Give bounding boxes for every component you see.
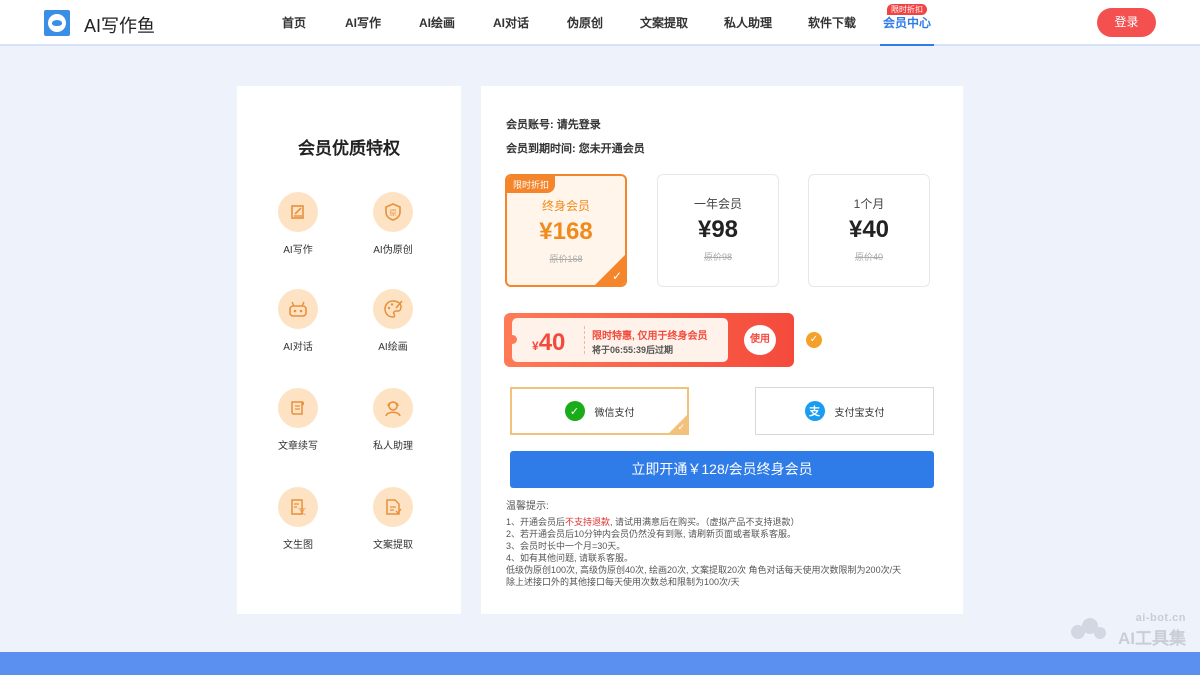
footer-band [0,652,1200,675]
robot-icon [278,289,318,329]
privilege-text-to-image[interactable]: 文 文生图 [248,487,348,551]
plan-price: ¥40 [848,216,890,243]
nav-item-ai-chat[interactable]: AI对话 [474,0,548,46]
check-icon: ✓ [677,422,685,432]
tip-line: 低级伪原创100次, 高级伪原创40次, 绘画20次, 文案提取20次 角色对话… [506,565,902,575]
plan-original-price: 原价40 [854,252,883,262]
nav-item-home[interactable]: 首页 [262,0,326,46]
purchase-panel: 会员账号: 请先登录 会员到期时间: 您未开通会员 限时折扣 终身会员 ¥168… [481,86,963,614]
tip-line: 2、若开通会员后10分钟内会员仍然没有到账, 请刷新页面或者联系客服。 [506,529,797,539]
privileges-title: 会员优质特权 [298,139,400,158]
plan-original-price: 原价98 [703,252,732,262]
tip-line: 除上述接口外的其他接口每天使用次数总和限制为100次/天 [506,577,740,587]
privilege-ai-rewrite[interactable]: 原 AI伪原创 [343,192,443,256]
tip-line: 4、如有其他问题, 请联系客服。 [506,553,634,563]
privilege-ai-writing[interactable]: AI写作 [248,192,348,256]
tip-line: 1、开通会员后不支持退款, 请试用满意后在购买。（虚拟产品不支持退款） [506,517,800,527]
plan-price: ¥98 [697,216,739,243]
shield-original-icon: 原 [373,192,413,232]
open-membership-button[interactable]: 立即开通￥128/会员终身会员 [510,451,934,488]
coupon-countdown: 将于06:55:39后过期 [592,345,674,355]
plan-lifetime[interactable]: 限时折扣 终身会员 ¥168 原价168 ✓ [505,174,627,287]
check-icon: ✓ [611,269,622,283]
use-coupon-button[interactable]: 使用 [744,325,776,355]
privilege-article-continue[interactable]: 文章续写 [248,388,348,452]
wechat-pay-option[interactable]: ✓ 微信支付 ✓ [510,387,689,435]
nav-item-download[interactable]: 软件下载 [790,0,874,46]
watermark-logo-icon [1071,618,1106,639]
top-navbar: AI写作鱼 首页 AI写作 AI绘画 AI对话 伪原创 文案提取 私人助理 软件… [0,0,1200,46]
member-account: 会员账号: 请先登录 [506,119,601,131]
nav-item-assistant[interactable]: 私人助理 [706,0,790,46]
palette-icon [373,289,413,329]
nav-item-text-extract[interactable]: 文案提取 [622,0,706,46]
privilege-assistant[interactable]: 私人助理 [343,388,443,452]
privileges-panel: 会员优质特权 AI写作 原 AI伪原创 AI对话 AI绘画 文章续写 私人助理 [237,86,461,614]
privilege-ai-chat[interactable]: AI对话 [248,289,348,353]
alipay-option[interactable]: 支 支付宝支付 [755,387,934,435]
tips-list: 1、开通会员后不支持退款, 请试用满意后在购买。（虚拟产品不支持退款） 2、若开… [506,516,946,588]
tip-line: 3、会员时长中一个月=30天。 [506,541,626,551]
plan-one-month[interactable]: 1个月 ¥40 原价40 [808,174,930,287]
logo-fish-icon[interactable] [44,10,70,36]
nav-item-member-center[interactable]: 限时折扣 会员中心 [874,0,940,46]
scroll-icon [278,388,318,428]
text-image-icon: 文 [278,487,318,527]
discount-badge: 限时折扣 [887,4,927,15]
wechat-icon: ✓ [564,401,585,421]
tips-title: 温馨提示: [506,501,549,512]
pencil-icon [278,192,318,232]
plan-price: ¥168 [539,218,593,245]
nav-item-ai-writing[interactable]: AI写作 [326,0,400,46]
svg-text:原: 原 [390,209,397,217]
document-extract-icon [373,487,413,527]
watermark: ai-bot.cn AI工具集 [1068,612,1192,648]
coupon-description: 限时特惠, 仅用于终身会员 [592,331,708,342]
coupon-card: ¥40 限时特惠, 仅用于终身会员 将于06:55:39后过期 使用 [504,313,794,367]
svg-text:文: 文 [298,506,306,516]
privilege-ai-drawing[interactable]: AI绘画 [343,289,443,353]
logo-text[interactable]: AI写作鱼 [84,12,155,38]
login-button[interactable]: 登录 [1097,8,1156,37]
coupon-amount: ¥40 [532,329,566,356]
coupon-selected-check-icon[interactable]: ✓ [806,332,822,348]
main-nav: 首页 AI写作 AI绘画 AI对话 伪原创 文案提取 私人助理 软件下载 限时折… [262,0,940,46]
nav-item-ai-drawing[interactable]: AI绘画 [400,0,474,46]
alipay-icon: 支 [804,401,825,421]
assistant-icon [373,388,413,428]
member-expiry: 会员到期时间: 您未开通会员 [506,143,645,155]
privilege-text-extract[interactable]: 文案提取 [343,487,443,551]
nav-item-rewrite[interactable]: 伪原创 [548,0,622,46]
plan-one-year[interactable]: 一年会员 ¥98 原价98 [657,174,779,287]
limited-discount-tag: 限时折扣 [507,176,556,193]
